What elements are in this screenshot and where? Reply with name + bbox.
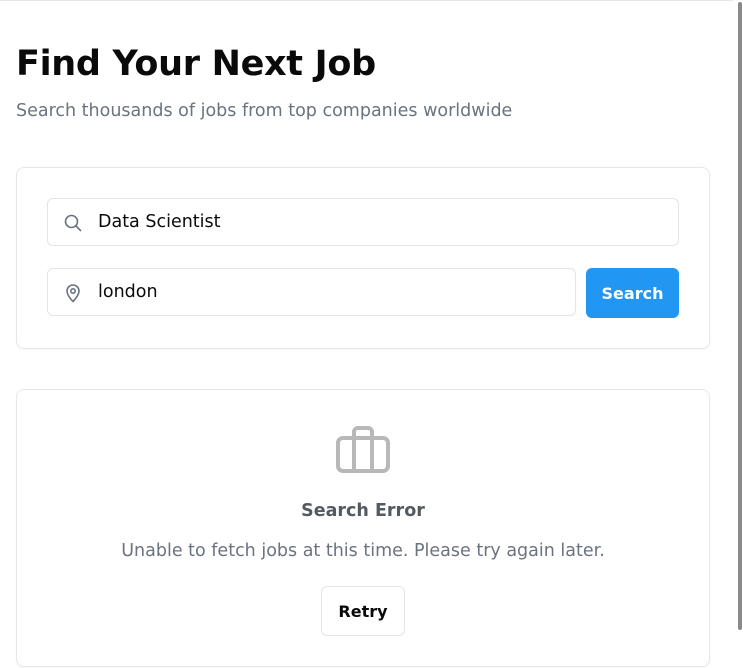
location-field[interactable]	[47, 268, 576, 316]
map-pin-icon	[63, 283, 83, 303]
error-message: Unable to fetch jobs at this time. Pleas…	[121, 541, 605, 561]
keyword-input[interactable]	[98, 199, 666, 245]
search-button[interactable]: Search	[586, 268, 679, 318]
briefcase-icon	[335, 424, 391, 474]
search-icon	[63, 213, 83, 233]
scrollbar-thumb[interactable]	[738, 2, 742, 630]
keyword-field[interactable]	[47, 198, 679, 246]
vertical-scrollbar[interactable]	[735, 0, 743, 668]
location-input[interactable]	[98, 269, 563, 315]
error-card: Search Error Unable to fetch jobs at thi…	[16, 389, 710, 667]
search-card: Search	[16, 167, 710, 349]
page-title: Find Your Next Job	[16, 44, 376, 84]
retry-button[interactable]: Retry	[321, 586, 405, 636]
error-title: Search Error	[301, 501, 425, 521]
top-divider	[0, 0, 733, 1]
page-subtitle: Search thousands of jobs from top compan…	[16, 101, 513, 121]
